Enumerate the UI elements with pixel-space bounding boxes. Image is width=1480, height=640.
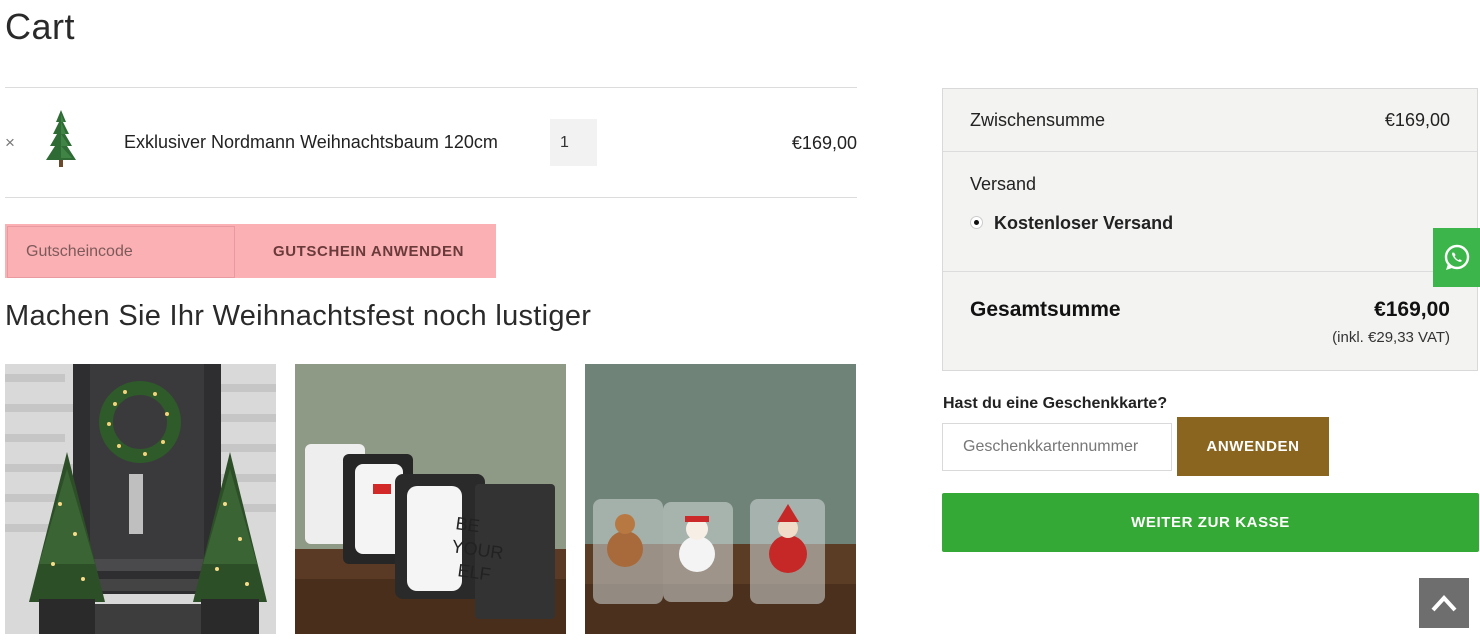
total-label: Gesamtsumme bbox=[970, 298, 1121, 321]
product-thumbnail[interactable] bbox=[40, 108, 82, 170]
product-image-door-trees[interactable] bbox=[5, 364, 276, 634]
apply-giftcard-button[interactable]: ANWENDEN bbox=[1177, 417, 1329, 476]
scroll-to-top-button[interactable] bbox=[1419, 578, 1469, 628]
shipping-option-label[interactable]: Kostenloser Versand bbox=[994, 213, 1173, 234]
svg-text:BE: BE bbox=[454, 513, 481, 536]
subtotal-value: €169,00 bbox=[1384, 110, 1450, 130]
giftcard-question: Hast du eine Geschenkkarte? bbox=[943, 395, 1168, 412]
vat-note: (inkl. €29,33 VAT) bbox=[1332, 329, 1450, 346]
giftcard-number-input[interactable] bbox=[942, 423, 1172, 471]
product-image-ornaments[interactable] bbox=[585, 364, 856, 634]
page-title: Cart bbox=[5, 6, 76, 47]
product-image-mugs[interactable]: BE YOUR ELF bbox=[295, 364, 566, 634]
summary-divider bbox=[943, 151, 1477, 152]
cart-bottom-divider bbox=[5, 197, 857, 198]
upsell-heading: Machen Sie Ihr Weihnachtsfest noch lusti… bbox=[5, 300, 592, 332]
coupon-code-input[interactable] bbox=[7, 226, 235, 278]
coupon-form: GUTSCHEIN ANWENDEN bbox=[5, 224, 496, 278]
line-price: €169,00 bbox=[791, 133, 857, 153]
apply-coupon-button[interactable]: GUTSCHEIN ANWENDEN bbox=[241, 224, 496, 278]
proceed-to-checkout-button[interactable]: WEITER ZUR KASSE bbox=[942, 493, 1479, 552]
quantity-input[interactable] bbox=[550, 119, 597, 166]
whatsapp-button[interactable] bbox=[1433, 228, 1480, 287]
shipping-radio[interactable] bbox=[970, 216, 983, 229]
remove-item-button[interactable]: × bbox=[5, 133, 15, 153]
order-summary: Zwischensumme €169,00 Versand Kostenlose… bbox=[942, 88, 1478, 371]
whatsapp-icon bbox=[1444, 244, 1469, 270]
chevron-up-icon bbox=[1431, 595, 1457, 612]
shipping-label: Versand bbox=[970, 174, 1037, 194]
subtotal-label: Zwischensumme bbox=[970, 110, 1106, 130]
summary-divider bbox=[943, 271, 1477, 272]
total-value: €169,00 bbox=[1374, 298, 1450, 321]
cart-top-divider bbox=[5, 87, 857, 88]
product-name[interactable]: Exklusiver Nordmann Weihnachtsbaum 120cm bbox=[124, 132, 498, 153]
